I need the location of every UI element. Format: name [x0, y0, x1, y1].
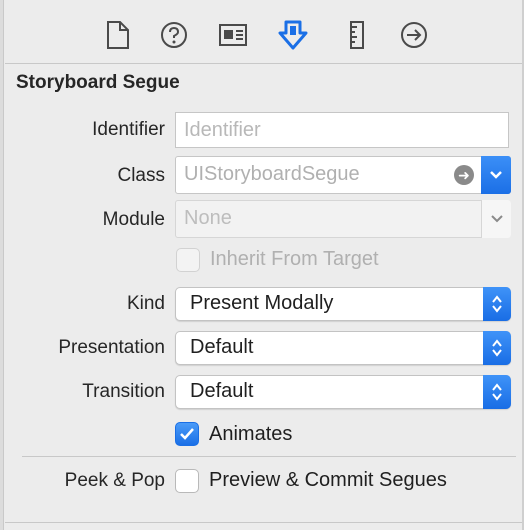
presentation-value: Default — [190, 336, 254, 358]
transition-value: Default — [190, 380, 254, 402]
class-label: Class — [117, 165, 165, 186]
ruler-icon — [350, 21, 364, 49]
animates-checkbox[interactable] — [175, 422, 199, 446]
transition-popup[interactable]: Default — [175, 375, 511, 409]
class-placeholder: UIStoryboardSegue — [184, 163, 360, 185]
identity-card-icon — [219, 24, 247, 46]
chevron-down-icon — [490, 171, 502, 179]
tab-attributes-inspector[interactable] — [275, 17, 311, 53]
module-combo: None — [175, 200, 511, 238]
kind-label: Kind — [126, 293, 165, 314]
inspector-tab-bar — [5, 0, 522, 64]
module-label: Module — [102, 209, 165, 230]
preview-commit-segues-checkbox[interactable] — [175, 469, 199, 493]
presentation-popup[interactable]: Default — [175, 331, 511, 365]
attributes-inspector-panel: Storyboard Segue Identifier Identifier C… — [0, 0, 524, 530]
arrow-right-circle-icon — [401, 22, 427, 48]
tab-connections-inspector[interactable] — [396, 17, 432, 53]
kind-value: Present Modally — [190, 292, 334, 314]
identifier-field[interactable]: Identifier — [175, 112, 509, 148]
class-dropdown-button[interactable] — [481, 156, 511, 194]
animates-label: Animates — [209, 423, 293, 445]
file-icon — [107, 21, 129, 49]
chevron-down-icon — [490, 215, 503, 223]
question-icon — [161, 22, 187, 48]
presentation-label: Presentation — [58, 337, 165, 358]
module-placeholder: None — [184, 207, 232, 229]
identifier-placeholder: Identifier — [184, 119, 261, 141]
tab-size-inspector[interactable] — [339, 17, 375, 53]
attributes-down-arrow-icon — [278, 20, 308, 50]
kind-popup[interactable]: Present Modally — [175, 287, 511, 321]
transition-label: Transition — [82, 381, 165, 402]
tab-quick-help[interactable] — [156, 17, 192, 53]
section-divider — [22, 456, 516, 457]
kind-stepper-icon — [483, 287, 511, 321]
checkmark-icon — [180, 428, 194, 440]
section-title: Storyboard Segue — [16, 72, 180, 93]
tab-identity-inspector[interactable] — [215, 17, 251, 53]
preview-commit-segues-label: Preview & Commit Segues — [209, 469, 447, 491]
presentation-stepper-icon — [483, 331, 511, 365]
class-combo[interactable]: UIStoryboardSegue ➜ — [175, 156, 511, 194]
module-dropdown-button — [481, 200, 511, 238]
tab-file-inspector[interactable] — [100, 17, 136, 53]
identifier-label: Identifier — [92, 119, 165, 140]
bottom-divider — [5, 522, 522, 523]
left-edge — [0, 0, 4, 530]
go-to-class-icon[interactable]: ➜ — [454, 165, 474, 185]
peek-pop-label: Peek & Pop — [64, 470, 165, 491]
transition-stepper-icon — [483, 375, 511, 409]
inherit-from-target-label: Inherit From Target — [210, 248, 379, 270]
inherit-from-target-checkbox — [176, 248, 200, 272]
